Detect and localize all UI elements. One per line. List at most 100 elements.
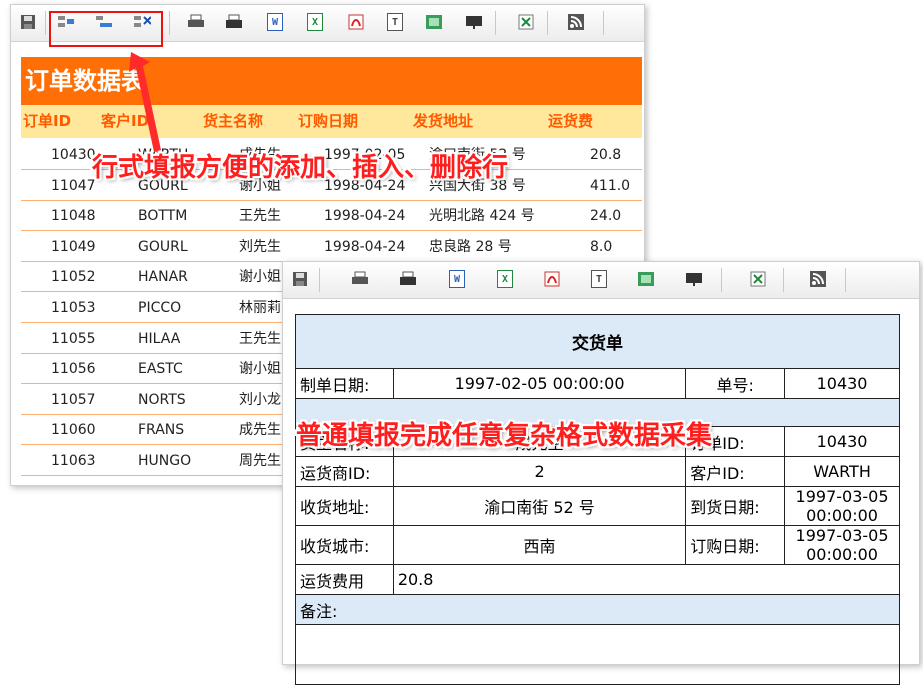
make-date-field[interactable]: 1997-02-05 00:00:00 — [392, 368, 687, 399]
table-cell[interactable]: 谢小姐 — [239, 262, 281, 292]
table-cell[interactable]: 刘小龙 — [239, 385, 281, 415]
table-cell[interactable]: 10430 — [51, 140, 96, 170]
toolbar-separator — [603, 11, 604, 35]
table-cell[interactable]: 11057 — [51, 385, 96, 415]
table-cell[interactable]: PICCO — [138, 293, 181, 323]
print-preview-icon[interactable] — [225, 13, 243, 31]
order-id-field[interactable]: 10430 — [784, 426, 900, 457]
export-excel-icon[interactable]: X — [307, 13, 323, 31]
make-date-label: 制单日期: — [295, 368, 394, 399]
city-field[interactable]: 西南 — [392, 525, 687, 565]
toolbar-separator — [45, 11, 46, 35]
column-header[interactable]: 货主名称 — [203, 105, 263, 138]
print-icon[interactable] — [187, 13, 205, 31]
column-header[interactable]: 运货费 — [548, 105, 593, 138]
city-label: 收货城市: — [295, 525, 394, 565]
export-ppt-icon[interactable] — [465, 13, 483, 31]
form-toolbar: W X T — [283, 262, 919, 299]
table-cell[interactable]: 11063 — [51, 446, 96, 476]
table-cell[interactable]: 成先生 — [239, 415, 281, 445]
table-cell[interactable]: 8.0 — [590, 232, 612, 262]
column-header[interactable]: 订单ID — [23, 105, 71, 138]
row-tools-highlight — [49, 11, 163, 47]
table-row[interactable]: 11049 GOURL 刘先生 1998-04-24 忠良路 28 号 8.0 — [21, 232, 642, 262]
print-preview-icon[interactable] — [399, 270, 417, 288]
table-cell[interactable]: HILAA — [138, 324, 180, 354]
carrier-label: 运货商ID: — [295, 456, 394, 487]
arrive-date-field[interactable]: 1997-03-05 00:00:00 — [784, 486, 900, 526]
table-cell[interactable]: 王先生 — [239, 201, 281, 231]
table-cell[interactable]: 光明北路 424 号 — [429, 201, 535, 231]
address-field[interactable]: 渝口南街 52 号 — [392, 486, 687, 526]
import-excel-icon[interactable] — [749, 270, 767, 288]
carrier-field[interactable]: 2 — [392, 456, 687, 487]
grid-toolbar: W X T — [11, 5, 644, 47]
freight-field[interactable]: 20.8 — [392, 564, 901, 595]
table-cell[interactable]: 1998-04-24 — [324, 232, 405, 262]
toolbar-separator — [721, 268, 722, 292]
table-cell[interactable]: 谢小姐 — [239, 354, 281, 384]
table-cell[interactable]: 20.8 — [590, 140, 621, 170]
table-cell[interactable]: 24.0 — [590, 201, 621, 231]
table-cell[interactable]: 林丽莉 — [239, 293, 281, 323]
table-cell[interactable]: BOTTM — [138, 201, 187, 231]
export-word-icon[interactable]: W — [267, 13, 283, 31]
table-cell[interactable]: 11056 — [51, 354, 96, 384]
table-cell[interactable]: 周先生 — [239, 446, 281, 476]
save-icon[interactable] — [291, 270, 309, 288]
column-header[interactable]: 客户ID — [101, 105, 149, 138]
toolbar-separator — [319, 268, 320, 292]
order-date-field[interactable]: 1997-03-05 00:00:00 — [784, 525, 900, 565]
table-cell[interactable]: FRANS — [138, 415, 184, 445]
toolbar-separator — [547, 11, 548, 35]
remark-field[interactable] — [295, 624, 900, 685]
customer-label: 客户ID: — [685, 456, 786, 487]
delivery-form-panel: W X T 交货单 制单日期: 1997-02-05 00:00:00 单号: … — [282, 261, 920, 685]
table-cell[interactable]: 11049 — [51, 232, 96, 262]
export-word-icon[interactable]: W — [449, 270, 465, 288]
customer-field[interactable]: WARTH — [784, 456, 900, 487]
table-cell[interactable]: 11052 — [51, 262, 96, 292]
export-ppt-icon[interactable] — [685, 270, 703, 288]
table-cell[interactable]: 11053 — [51, 293, 96, 323]
rss-icon[interactable] — [567, 13, 585, 31]
toolbar-separator — [169, 11, 170, 35]
export-excel-icon[interactable]: X — [497, 270, 513, 288]
save-icon[interactable] — [19, 13, 37, 31]
toolbar-separator — [845, 268, 846, 292]
table-cell[interactable]: 王先生 — [239, 324, 281, 354]
table-cell[interactable]: NORTS — [138, 385, 186, 415]
toolbar-separator — [783, 268, 784, 292]
table-cell[interactable]: 11060 — [51, 415, 96, 445]
grid-title: 订单数据表 — [21, 57, 642, 105]
table-cell[interactable]: 1998-04-24 — [324, 201, 405, 231]
table-cell[interactable]: 11055 — [51, 324, 96, 354]
address-label: 收货地址: — [295, 486, 394, 526]
table-cell[interactable]: EASTC — [138, 354, 183, 384]
table-cell[interactable]: 11047 — [51, 171, 96, 201]
form-title: 交货单 — [295, 314, 900, 369]
export-text-icon[interactable]: T — [387, 13, 403, 31]
table-row[interactable]: 11048 BOTTM 王先生 1998-04-24 光明北路 424 号 24.0 — [21, 201, 642, 232]
print-icon[interactable] — [351, 270, 369, 288]
arrive-date-label: 到货日期: — [685, 486, 786, 526]
export-text-icon[interactable]: T — [591, 270, 607, 288]
order-no-field[interactable]: 10430 — [784, 368, 900, 399]
toolbar-separator — [495, 11, 496, 35]
rss-icon[interactable] — [809, 270, 827, 288]
export-pdf-icon[interactable] — [347, 13, 365, 31]
table-cell[interactable]: 11048 — [51, 201, 96, 231]
column-header[interactable]: 发货地址 — [413, 105, 473, 138]
table-cell[interactable]: GOURL — [138, 232, 188, 262]
import-excel-icon[interactable] — [517, 13, 535, 31]
export-image-icon[interactable] — [637, 270, 655, 288]
table-cell[interactable]: 411.0 — [590, 171, 630, 201]
order-no-label: 单号: — [685, 368, 786, 399]
table-cell[interactable]: 忠良路 28 号 — [429, 232, 512, 262]
column-header[interactable]: 订购日期 — [298, 105, 358, 138]
table-cell[interactable]: HANAR — [138, 262, 188, 292]
export-image-icon[interactable] — [425, 13, 443, 31]
table-cell[interactable]: HUNGO — [138, 446, 191, 476]
export-pdf-icon[interactable] — [543, 270, 561, 288]
table-cell[interactable]: 刘先生 — [239, 232, 281, 262]
